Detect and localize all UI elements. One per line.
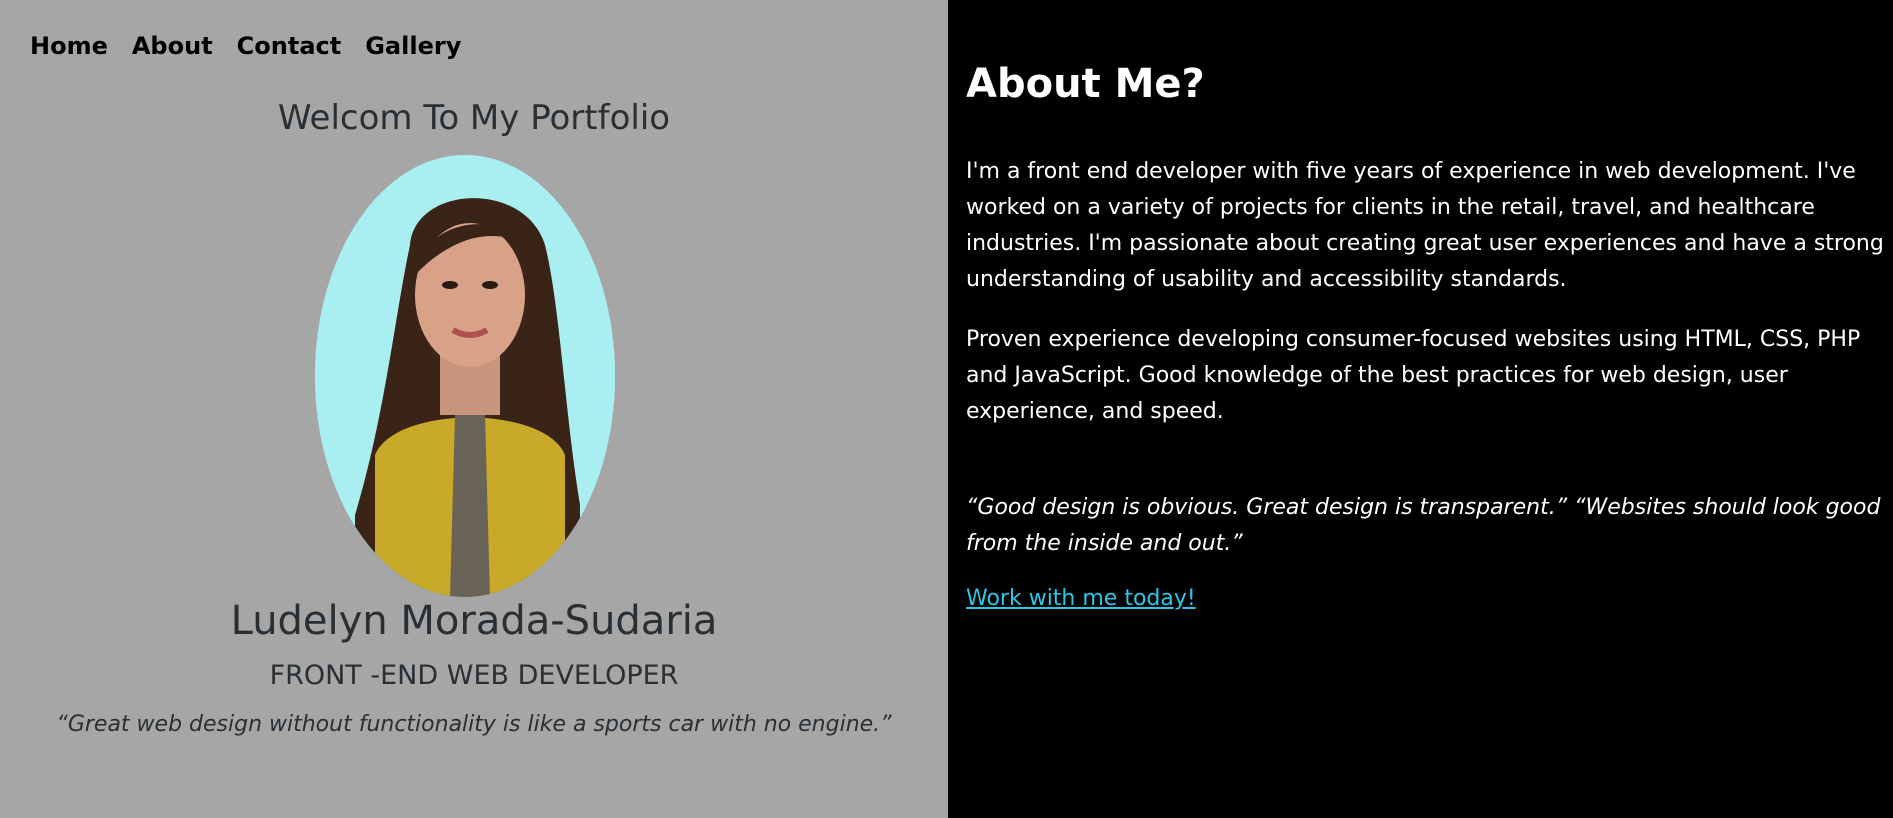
nav-about-link[interactable]: About bbox=[132, 32, 213, 60]
work-with-me-link[interactable]: Work with me today! bbox=[966, 586, 1196, 611]
page: Home About Contact Gallery Welcom To My … bbox=[0, 0, 1893, 818]
about-heading: About Me? bbox=[966, 61, 1205, 107]
tagline-quote: “Great web design without functionality … bbox=[56, 712, 892, 737]
job-title: FRONT -END WEB DEVELOPER bbox=[269, 660, 679, 691]
nav-contact-link[interactable]: Contact bbox=[237, 32, 342, 60]
nav-gallery-link[interactable]: Gallery bbox=[365, 32, 461, 60]
welcome-heading: Welcom To My Portfolio bbox=[277, 98, 671, 138]
hero-panel: Home About Contact Gallery Welcom To My … bbox=[0, 0, 948, 818]
nav-home-link[interactable]: Home bbox=[30, 32, 108, 60]
about-paragraph-2: Proven experience developing consumer-fo… bbox=[966, 327, 1861, 424]
profile-photo-illustration bbox=[315, 155, 615, 597]
owner-name: Ludelyn Morada-Sudaria bbox=[230, 598, 718, 644]
about-paragraph-1: I'm a front end developer with five year… bbox=[966, 159, 1884, 292]
design-quote: “Good design is obvious. Great design is… bbox=[966, 495, 1881, 556]
about-content: About Me? I'm a front end developer with… bbox=[966, 62, 1884, 611]
main-nav: Home About Contact Gallery bbox=[30, 32, 461, 60]
profile-photo bbox=[315, 155, 615, 597]
about-panel: About Me? I'm a front end developer with… bbox=[948, 0, 1893, 818]
